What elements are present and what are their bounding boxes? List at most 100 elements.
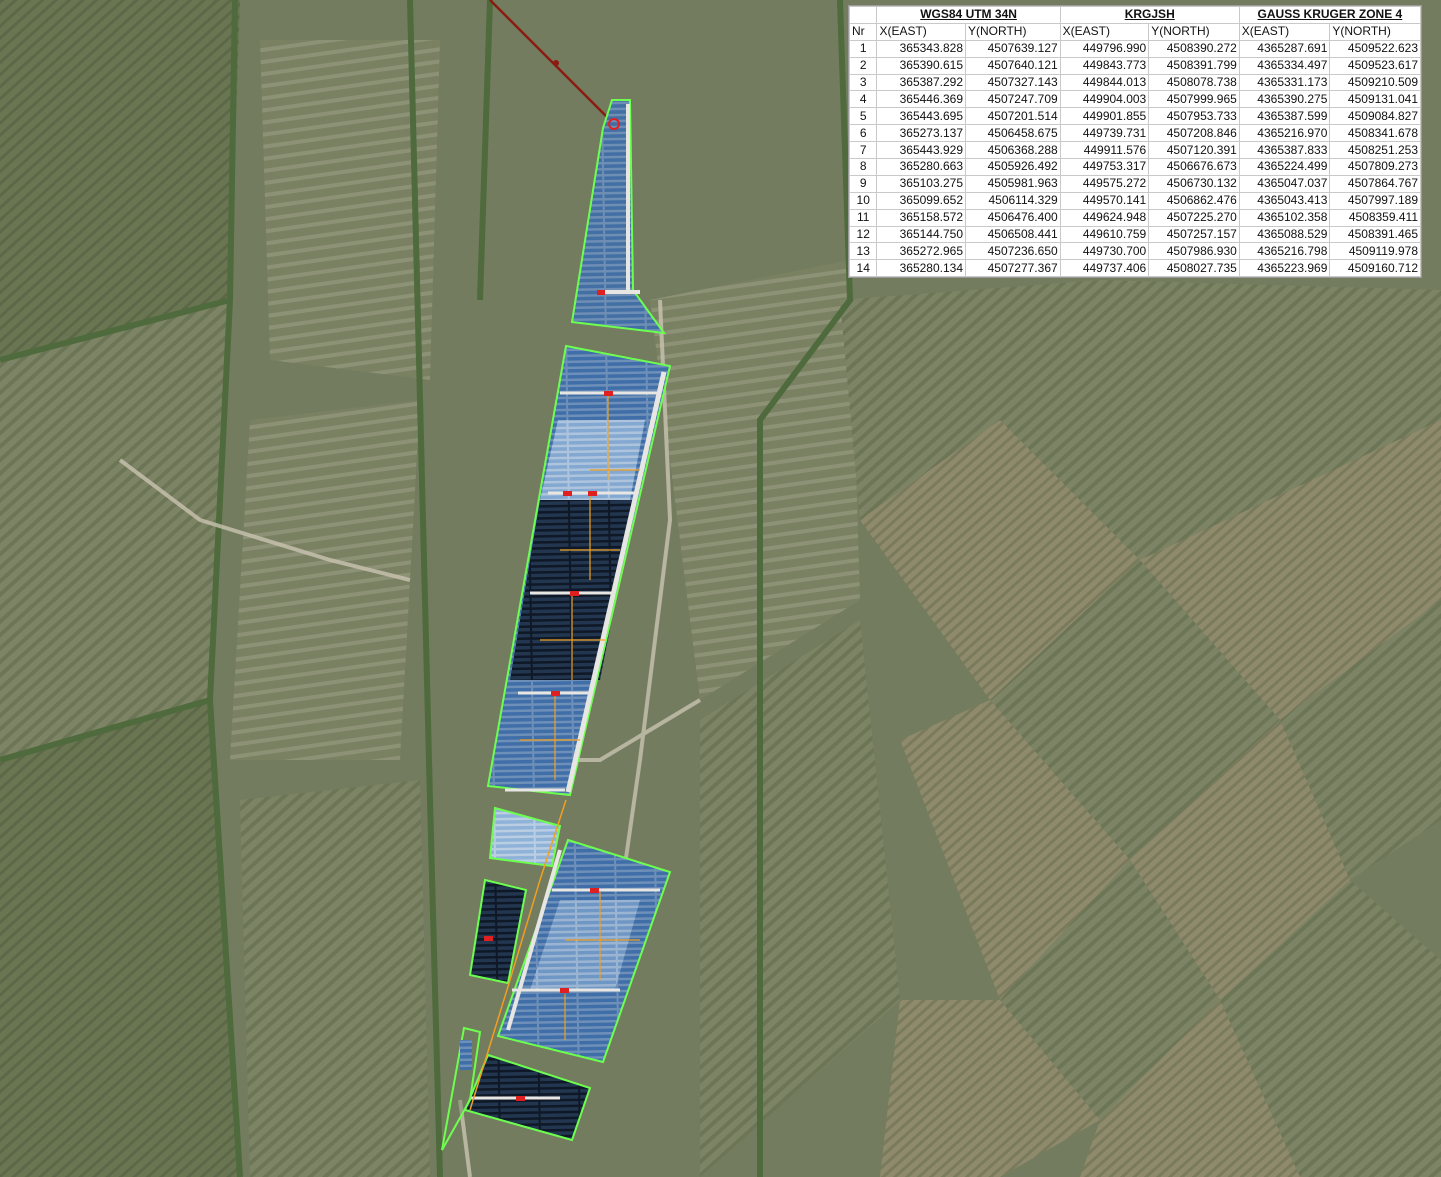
coordinate-cell: 4365390.275 xyxy=(1238,90,1331,109)
coordinate-cell: 449737.406 xyxy=(1059,259,1150,278)
column-header-y-north: Y(NORTH) xyxy=(1148,22,1240,41)
table-row: 8 365280.663 4505926.492 449753.317 4506676.… xyxy=(848,158,1421,176)
coordinate-cell: 365272.965 xyxy=(876,242,967,261)
coordinate-cell: 4365223.969 xyxy=(1238,259,1331,278)
coordinate-cell: 365443.695 xyxy=(876,107,967,126)
row-number-cell: 5 xyxy=(848,107,878,126)
coordinate-cell: 4365224.499 xyxy=(1238,158,1331,176)
coordinate-cell: 4365387.599 xyxy=(1238,107,1331,126)
coordinate-cell: 4508391.465 xyxy=(1329,225,1421,244)
coordinate-cell: 365103.275 xyxy=(876,174,967,193)
coordinate-cell: 365390.615 xyxy=(876,56,967,75)
coordinate-cell: 4509523.617 xyxy=(1329,56,1421,75)
coordinate-cell: 4509210.509 xyxy=(1329,73,1421,92)
row-number-cell: 3 xyxy=(848,73,878,92)
row-number-cell: 4 xyxy=(848,90,878,109)
coordinate-cell: 4365216.970 xyxy=(1238,124,1331,143)
row-number-cell: 14 xyxy=(848,259,878,278)
column-header-x-east: X(EAST) xyxy=(1059,22,1150,41)
row-number-cell: 8 xyxy=(848,158,878,176)
coordinate-cell: 4508391.799 xyxy=(1148,56,1240,75)
coordinate-cell: 4505981.963 xyxy=(965,174,1061,193)
column-header-x-east: X(EAST) xyxy=(876,22,967,41)
coordinate-cell: 4508251.253 xyxy=(1329,141,1421,160)
table-row: 7 365443.929 4506368.288 449911.576 4507120.… xyxy=(848,141,1421,160)
coordinate-cell: 4507640.121 xyxy=(965,56,1061,75)
coordinate-cell: 449844.013 xyxy=(1059,73,1150,92)
coordinate-cell: 4507809.273 xyxy=(1329,158,1421,176)
coordinate-cell: 4507120.391 xyxy=(1148,141,1240,160)
coordinate-system-header-row: WGS84 UTM 34N KRGJSH GAUSS KRUGER ZONE 4 xyxy=(848,6,1422,24)
coordinate-cell: 449570.141 xyxy=(1059,191,1150,210)
coordinate-cell: 4506676.673 xyxy=(1148,158,1240,176)
coordinates-table: WGS84 UTM 34N KRGJSH GAUSS KRUGER ZONE 4… xyxy=(848,6,1422,278)
coordinate-cell: 365446.369 xyxy=(876,90,967,109)
coordinate-cell: 449739.731 xyxy=(1059,124,1150,143)
coordinate-cell: 449753.317 xyxy=(1059,158,1150,176)
column-header-y-north: Y(NORTH) xyxy=(1329,22,1421,41)
coordinate-cell: 4509119.978 xyxy=(1329,242,1421,261)
column-header-x-east: X(EAST) xyxy=(1238,22,1331,41)
coordinate-cell: 4507257.157 xyxy=(1148,225,1240,244)
row-number-cell: 9 xyxy=(848,174,878,193)
coordinate-cell: 4506508.441 xyxy=(965,225,1061,244)
coordinate-cell: 4507247.709 xyxy=(965,90,1061,109)
coordinate-cell: 4509131.041 xyxy=(1329,90,1421,109)
coordinate-cell: 365387.292 xyxy=(876,73,967,92)
table-row: 3 365387.292 4507327.143 449844.013 4508078.… xyxy=(848,73,1421,92)
coordinate-cell: 4506368.288 xyxy=(965,141,1061,160)
coordinate-cell: 4505926.492 xyxy=(965,158,1061,176)
coordinate-cell: 4507997.189 xyxy=(1329,191,1421,210)
row-number-cell: 2 xyxy=(848,56,878,75)
coordinate-cell: 4507201.514 xyxy=(965,107,1061,126)
coordinate-cell: 449904.003 xyxy=(1059,90,1150,109)
coordinate-cell: 4507327.143 xyxy=(965,73,1061,92)
table-row: 4 365446.369 4507247.709 449904.003 4507999.… xyxy=(848,90,1421,109)
table-row: 11 365158.572 4506476.400 449624.948 4507225… xyxy=(848,208,1421,227)
coordinates-table-panel: WGS84 UTM 34N KRGJSH GAUSS KRUGER ZONE 4… xyxy=(848,5,1422,279)
coordinate-cell: 4507277.367 xyxy=(965,259,1061,278)
coordinate-cell: 4507208.846 xyxy=(1148,124,1240,143)
system-header-gauss-kruger: GAUSS KRUGER ZONE 4 xyxy=(1238,6,1422,24)
coordinate-cell: 4365331.173 xyxy=(1238,73,1331,92)
coordinate-cell: 449610.759 xyxy=(1059,225,1150,244)
coordinate-cell: 449730.700 xyxy=(1059,242,1150,261)
coordinate-cell: 4507225.270 xyxy=(1148,208,1240,227)
coordinate-cell: 365280.663 xyxy=(876,158,967,176)
coordinate-cell: 4506114.329 xyxy=(965,191,1061,210)
coordinate-cell: 449796.990 xyxy=(1059,39,1150,58)
row-number-cell: 6 xyxy=(848,124,878,143)
coordinate-cell: 365280.134 xyxy=(876,259,967,278)
coordinate-cell: 4506476.400 xyxy=(965,208,1061,227)
coordinate-cell: 4507639.127 xyxy=(965,39,1061,58)
coordinate-cell: 365443.929 xyxy=(876,141,967,160)
coordinate-cell: 4506730.132 xyxy=(1148,174,1240,193)
coordinate-cell: 4365043.413 xyxy=(1238,191,1331,210)
table-row: 14 365280.134 4507277.367 449737.406 4508027… xyxy=(848,259,1421,278)
row-number-cell: 11 xyxy=(848,208,878,227)
table-row: 13 365272.965 4507236.650 449730.700 4507986… xyxy=(848,242,1421,261)
row-number-cell: 1 xyxy=(848,39,878,58)
coordinate-cell: 4507236.650 xyxy=(965,242,1061,261)
column-header-nr: Nr xyxy=(848,22,878,41)
coordinate-cell: 4508027.735 xyxy=(1148,259,1240,278)
coordinate-cell: 4508078.738 xyxy=(1148,73,1240,92)
coordinate-cell: 365158.572 xyxy=(876,208,967,227)
row-number-cell: 10 xyxy=(848,191,878,210)
coordinate-cell: 449911.576 xyxy=(1059,141,1150,160)
row-number-cell: 7 xyxy=(848,141,878,160)
coordinate-cell: 4508390.272 xyxy=(1148,39,1240,58)
column-header-y-north: Y(NORTH) xyxy=(965,22,1061,41)
row-number-cell: 12 xyxy=(848,225,878,244)
coordinate-cell: 4365088.529 xyxy=(1238,225,1331,244)
system-header-krgjsh: KRGJSH xyxy=(1059,6,1240,24)
coordinate-cell: 4507953.733 xyxy=(1148,107,1240,126)
coordinate-cell: 365273.137 xyxy=(876,124,967,143)
table-row: 9 365103.275 4505981.963 449575.272 4506730.… xyxy=(848,174,1421,193)
coordinate-cell: 4508341.678 xyxy=(1329,124,1421,143)
coordinate-cell: 4509084.827 xyxy=(1329,107,1421,126)
table-row: 2 365390.615 4507640.121 449843.773 4508391.… xyxy=(848,56,1421,75)
coordinate-cell: 4365387.833 xyxy=(1238,141,1331,160)
column-header-row: Nr X(EAST) Y(NORTH) X(EAST) Y(NORTH) X(E… xyxy=(848,22,1421,41)
table-row: 6 365273.137 4506458.675 449739.731 4507208.… xyxy=(848,124,1421,143)
